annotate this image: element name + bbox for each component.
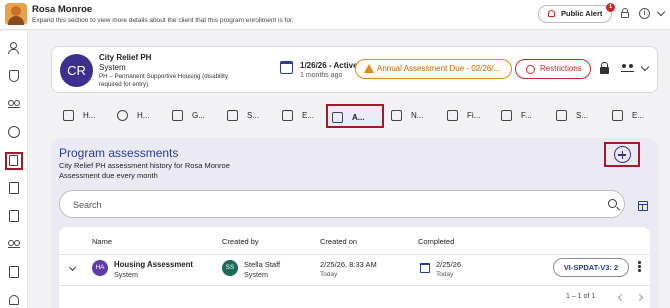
people-icon[interactable]: [621, 64, 634, 72]
assessment-avatar: HA: [92, 260, 108, 276]
assessment-due-chip[interactable]: Annual Assessment Due - 02/26/...: [355, 59, 512, 79]
creator-name: Stella Staff: [244, 260, 281, 269]
table-settings-icon[interactable]: [638, 201, 648, 211]
add-assessment-button[interactable]: [604, 142, 640, 167]
search-bar[interactable]: [59, 190, 625, 218]
search-input[interactable]: [73, 197, 573, 212]
assessment-due-label: Annual Assessment Due - 02/26/...: [377, 64, 501, 73]
tab-group[interactable]: G...: [168, 104, 220, 128]
people-icon: [172, 110, 183, 121]
assessment-name[interactable]: Housing Assessment: [114, 260, 193, 269]
shield-icon[interactable]: [7, 69, 21, 83]
enrollment-status: 1/26/26 - Active: [300, 61, 358, 70]
copy-icon[interactable]: [7, 265, 21, 279]
tab-forms[interactable]: F...: [497, 104, 545, 128]
list-icon: [282, 110, 293, 121]
program-name: City Relief PH: [99, 53, 152, 62]
bell-icon[interactable]: [7, 293, 21, 307]
home-icon: [63, 110, 74, 121]
assessment-source: System: [114, 270, 138, 279]
top-header: Rosa Monroe Expand this section to view …: [0, 0, 670, 30]
created-on-date: 2/25/26, 8:33 AM: [320, 260, 377, 269]
program-avatar: CR: [60, 54, 93, 87]
person-icon[interactable]: [7, 41, 21, 55]
client-name: Rosa Monroe: [32, 4, 93, 15]
creator-system: System: [244, 270, 268, 279]
tab-exit[interactable]: E...: [608, 104, 656, 128]
program-assessments-section: Program assessments City Relief PH asses…: [51, 138, 658, 308]
exit-icon: [612, 110, 623, 121]
note-icon: [391, 110, 402, 121]
tab-services[interactable]: S...: [223, 104, 273, 128]
client-header-subtitle: Expand this section to view more details…: [32, 17, 294, 24]
tab-notes[interactable]: N...: [387, 104, 435, 128]
paperclip-icon: [447, 110, 458, 121]
chevron-down-icon[interactable]: [656, 7, 666, 17]
more-options-icon[interactable]: [638, 261, 641, 273]
file-icon: [501, 110, 512, 121]
tab-staff[interactable]: S...: [552, 104, 600, 128]
lock-icon[interactable]: [621, 8, 629, 18]
program-tabs: H... H... G... S... E... A... N... Fi...…: [51, 102, 658, 130]
assessment-tool-chip[interactable]: VI-SPDAT-V3: 2: [553, 258, 629, 277]
tab-history[interactable]: H...: [113, 104, 165, 128]
tab-home[interactable]: H...: [59, 104, 109, 128]
column-header-name[interactable]: Name: [92, 237, 112, 246]
column-header-created-by[interactable]: Created by: [222, 237, 259, 246]
table-row[interactable]: HA Housing Assessment System SS Stella S…: [59, 255, 650, 285]
creator-avatar: SS: [222, 260, 238, 276]
section-title: Program assessments: [59, 146, 179, 160]
program-system: System: [99, 63, 126, 72]
lock-icon[interactable]: [600, 62, 609, 74]
left-nav-rail: [0, 31, 28, 308]
calendar-icon: [280, 61, 293, 74]
enrollment-icon[interactable]: [5, 152, 23, 170]
restriction-icon: [526, 65, 535, 74]
assessment-due-frequency: Assessment due every month: [59, 171, 158, 180]
search-icon[interactable]: [608, 199, 617, 208]
tab-assessments[interactable]: A...: [326, 104, 384, 128]
chevron-down-icon[interactable]: [640, 62, 650, 72]
expand-row-icon[interactable]: [68, 263, 77, 272]
people-icon[interactable]: [7, 97, 21, 111]
client-avatar[interactable]: [5, 3, 27, 25]
tab-events[interactable]: E...: [278, 104, 324, 128]
clipboard-icon: [332, 112, 343, 123]
tab-files[interactable]: Fi...: [443, 104, 491, 128]
next-page-icon[interactable]: [635, 293, 644, 302]
public-alert-label: Public Alert: [561, 9, 603, 18]
column-header-completed[interactable]: Completed: [418, 237, 454, 246]
warning-icon: [364, 64, 374, 73]
history-icon: [117, 110, 128, 121]
completed-date: 2/25/26: [436, 260, 462, 269]
folder-icon[interactable]: [7, 181, 21, 195]
completed-relative: Today: [436, 271, 454, 278]
history-icon[interactable]: [7, 125, 21, 139]
household-icon[interactable]: [7, 237, 21, 251]
calendar-icon: [420, 263, 430, 273]
program-enrollment-card: CR City Relief PH System PH – Permanent …: [51, 46, 658, 93]
program-description: PH – Permanent Supportive Housing (disab…: [99, 73, 228, 88]
restrictions-label: Restrictions: [540, 64, 582, 73]
plus-circle-icon: [614, 146, 631, 163]
assessments-table: Name Created by Created on Completed HA …: [59, 227, 650, 308]
bell-icon: [548, 10, 555, 17]
plus-box-icon: [227, 110, 238, 121]
alert-count-badge: 1: [606, 3, 615, 12]
enrollment-status-age: 1 months ago: [300, 72, 343, 79]
pagination-range: 1 – 1 of 1: [566, 293, 596, 300]
person-icon: [556, 110, 567, 121]
divider: [59, 285, 650, 286]
info-icon[interactable]: i: [639, 8, 650, 19]
created-on-relative: Today: [320, 271, 338, 278]
section-subtitle: City Relief PH assessment history for Ro…: [59, 161, 230, 170]
document-icon[interactable]: [7, 209, 21, 223]
previous-page-icon[interactable]: [617, 293, 626, 302]
public-alert-button[interactable]: Public Alert: [538, 5, 612, 23]
column-header-created-on[interactable]: Created on: [320, 237, 357, 246]
restrictions-button[interactable]: Restrictions: [515, 59, 591, 79]
